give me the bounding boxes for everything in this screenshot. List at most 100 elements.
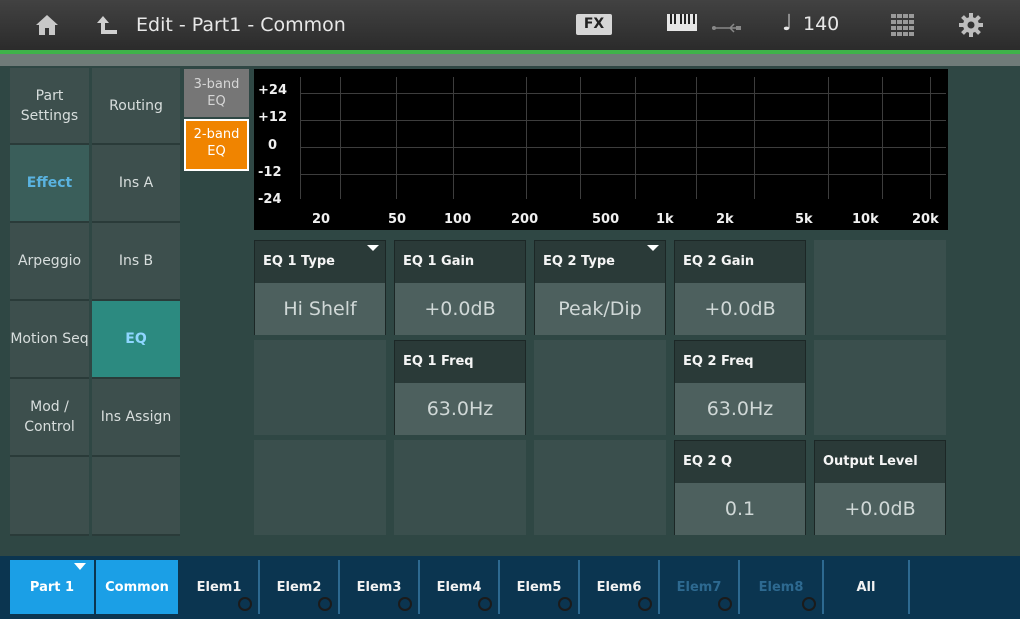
elem-tab[interactable]: Elem5 <box>500 560 580 614</box>
output-level-label: Output Level <box>815 441 945 483</box>
elem-tab-label: Elem6 <box>596 579 642 595</box>
subnav-ins-assign[interactable]: Ins Assign <box>92 379 180 457</box>
nav-motion-seq[interactable]: Motion Seq <box>10 301 89 379</box>
element-switch-icon[interactable] <box>638 597 652 611</box>
fx-button[interactable]: FX <box>576 14 612 35</box>
eq2-gain-value[interactable]: +0.0dB <box>675 283 805 335</box>
nav-mod-control[interactable]: Mod / Control <box>10 379 89 457</box>
eq2-q-param[interactable]: EQ 2 Q 0.1 <box>674 440 806 535</box>
subnav-empty-slot <box>92 457 180 536</box>
x-axis-label: 20 <box>312 212 331 227</box>
y-axis-label: +12 <box>258 110 287 125</box>
element-switch-icon[interactable] <box>478 597 492 611</box>
title-bar: Edit - Part1 - Common FX ♩ 140 <box>0 0 1020 50</box>
grid-line <box>828 77 829 199</box>
eq1-type-label: EQ 1 Type <box>255 241 385 283</box>
element-switch-icon[interactable] <box>802 597 816 611</box>
nav-part-settings[interactable]: Part Settings <box>10 68 89 145</box>
usb-icon <box>710 19 742 33</box>
eq2-type-value[interactable]: Peak/Dip <box>535 283 665 335</box>
empty-cell <box>394 440 526 535</box>
elem-tab[interactable]: Elem1 <box>180 560 260 614</box>
elem-tab[interactable]: Elem7 <box>660 560 740 614</box>
x-axis-label: 100 <box>444 212 472 227</box>
grid-line <box>930 77 931 199</box>
eq2-gain-label: EQ 2 Gain <box>675 241 805 283</box>
elem-tab[interactable]: Elem3 <box>340 560 420 614</box>
empty-cell <box>254 440 386 535</box>
page-title: Edit - Part1 - Common <box>136 14 346 36</box>
eq1-type-param[interactable]: EQ 1 Type Hi Shelf <box>254 240 386 335</box>
y-axis-label: -24 <box>258 192 282 207</box>
y-axis-label: +24 <box>258 83 287 98</box>
elem-tab[interactable]: Elem8 <box>740 560 824 614</box>
grid-line <box>340 77 341 199</box>
subnav-eq[interactable]: EQ <box>92 301 180 379</box>
eq2-freq-param[interactable]: EQ 2 Freq 63.0Hz <box>674 340 806 435</box>
tempo-value[interactable]: 140 <box>803 13 839 35</box>
bottom-spacer <box>0 536 1020 556</box>
eq2-q-value[interactable]: 0.1 <box>675 483 805 535</box>
eq1-freq-label: EQ 1 Freq <box>395 341 525 383</box>
eq1-freq-param[interactable]: EQ 1 Freq 63.0Hz <box>394 340 526 435</box>
eq2-type-param[interactable]: EQ 2 Type Peak/Dip <box>534 240 666 335</box>
elem-tab-label: Elem2 <box>276 579 322 595</box>
subnav-ins-a[interactable]: Ins A <box>92 145 180 223</box>
common-tab[interactable]: Common <box>96 560 178 614</box>
output-level-param[interactable]: Output Level +0.0dB <box>814 440 946 535</box>
band-2-button[interactable]: 2-band EQ <box>184 119 249 171</box>
eq1-freq-value[interactable]: 63.0Hz <box>395 383 525 435</box>
band-3-button[interactable]: 3-band EQ <box>184 69 249 117</box>
elem-tab-label: Elem4 <box>436 579 482 595</box>
x-axis-label: 500 <box>592 212 620 227</box>
elem-tab[interactable]: Elem6 <box>580 560 660 614</box>
element-switch-icon[interactable] <box>318 597 332 611</box>
gear-icon[interactable] <box>958 12 984 38</box>
element-switch-icon[interactable] <box>718 597 732 611</box>
eq1-gain-param[interactable]: EQ 1 Gain +0.0dB <box>394 240 526 335</box>
elem-tab[interactable]: Elem4 <box>420 560 500 614</box>
dropdown-triangle-icon <box>647 245 659 251</box>
back-icon[interactable] <box>95 13 119 37</box>
grid-line <box>754 77 755 199</box>
elem-tab-label: Elem5 <box>516 579 562 595</box>
empty-cell <box>814 240 946 335</box>
x-axis-label: 200 <box>511 212 539 227</box>
eq-response-graph[interactable]: +24 +12 0 -12 -24 20 50 100 200 500 1k 2… <box>254 69 948 230</box>
dropdown-triangle-icon <box>367 245 379 251</box>
quarter-note-icon: ♩ <box>782 11 793 36</box>
eq2-freq-value[interactable]: 63.0Hz <box>675 383 805 435</box>
element-switch-icon[interactable] <box>398 597 412 611</box>
x-axis-label: 2k <box>716 212 734 227</box>
nav-empty-slot <box>10 457 89 536</box>
elem-tab[interactable]: Elem2 <box>260 560 340 614</box>
y-axis-label: -12 <box>258 165 282 180</box>
eq2-gain-param[interactable]: EQ 2 Gain +0.0dB <box>674 240 806 335</box>
all-tab[interactable]: All <box>824 560 910 614</box>
eq1-gain-label: EQ 1 Gain <box>395 241 525 283</box>
home-icon[interactable] <box>34 12 60 38</box>
grid-line <box>580 77 581 199</box>
elem-tab-label: Elem1 <box>196 579 242 595</box>
element-switch-icon[interactable] <box>558 597 572 611</box>
elem-tab-label: Elem8 <box>758 579 804 595</box>
empty-cell <box>254 340 386 435</box>
subnav-routing[interactable]: Routing <box>92 68 180 145</box>
part-tab[interactable]: Part 1 <box>10 560 94 614</box>
eq1-type-value[interactable]: Hi Shelf <box>255 283 385 335</box>
part-tab-label: Part 1 <box>29 579 75 595</box>
x-axis-label: 50 <box>388 212 407 227</box>
grid-icon[interactable] <box>891 14 915 36</box>
elem-tab-label: Elem3 <box>356 579 402 595</box>
grid-line <box>526 77 527 199</box>
output-level-value[interactable]: +0.0dB <box>815 483 945 535</box>
empty-cell <box>534 340 666 435</box>
x-axis-label: 1k <box>656 212 674 227</box>
element-switch-icon[interactable] <box>238 597 252 611</box>
eq1-gain-value[interactable]: +0.0dB <box>395 283 525 335</box>
empty-cell <box>814 340 946 435</box>
keyboard-icon <box>667 14 697 31</box>
subnav-ins-b[interactable]: Ins B <box>92 223 180 301</box>
nav-effect[interactable]: Effect <box>10 145 89 223</box>
nav-arpeggio[interactable]: Arpeggio <box>10 223 89 301</box>
